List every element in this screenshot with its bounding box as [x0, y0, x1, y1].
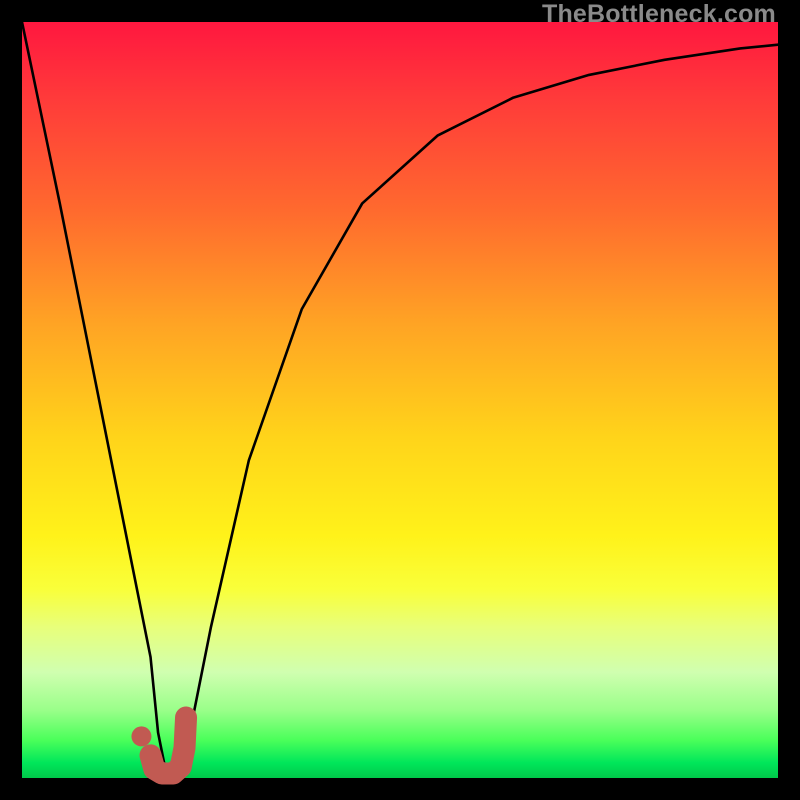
series-marker-dot: [131, 726, 151, 746]
chart-svg: [22, 22, 778, 778]
series-marker-hook: [151, 718, 187, 774]
series-v-curve: [22, 22, 778, 770]
